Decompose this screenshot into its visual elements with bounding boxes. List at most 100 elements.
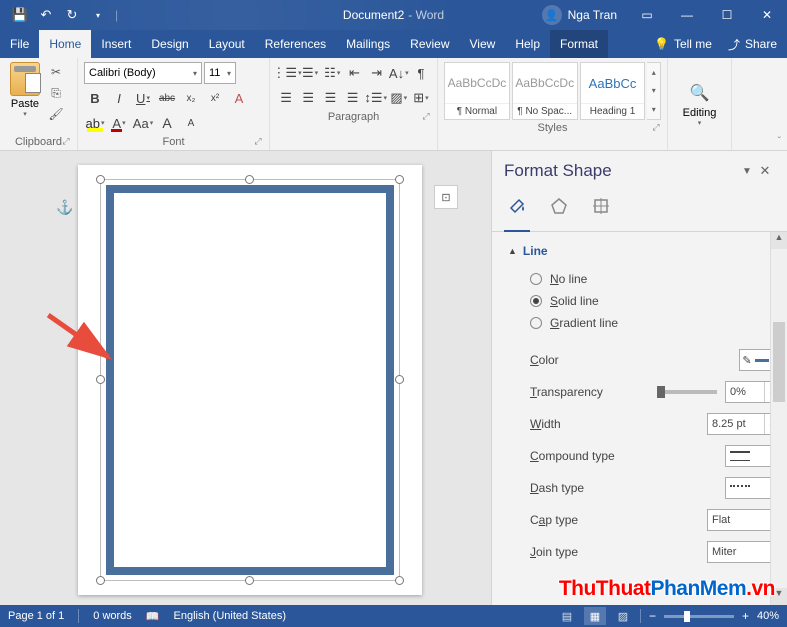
style-normal[interactable]: AaBbCcDc ¶ Normal [444,62,510,120]
tell-me-search[interactable]: 💡 Tell me [654,37,712,51]
menu-help[interactable]: Help [505,30,550,58]
bold-button[interactable]: B [84,87,106,109]
zoom-slider[interactable] [664,615,734,618]
word-count[interactable]: 0 words [93,610,132,622]
style-heading1[interactable]: AaBbCc Heading 1 [580,62,646,120]
solid-line-radio[interactable]: Solid line [508,290,779,312]
increase-indent-button[interactable]: ⇥ [367,62,387,84]
menu-format[interactable]: Format [550,30,608,58]
print-layout-button[interactable]: ▦ [584,607,606,625]
language-indicator[interactable]: English (United States) [174,610,287,622]
menu-layout[interactable]: Layout [199,30,255,58]
editing-button[interactable]: 🔍 Editing ▾ [674,62,725,148]
superscript-button[interactable]: x² [204,87,226,109]
handle-bottom-mid[interactable] [245,576,254,585]
zoom-level[interactable]: 40% [757,610,779,622]
fill-line-tab[interactable] [504,193,530,219]
pane-scrollbar[interactable]: ▲ ▼ [770,232,787,605]
layout-options-button[interactable]: ⊡ [434,185,458,209]
gradient-line-radio[interactable]: Gradient line [508,312,779,334]
paste-button[interactable]: Paste ▾ [6,62,44,118]
style-no-spacing[interactable]: AaBbCcDc ¶ No Spac... [512,62,578,120]
align-center-button[interactable]: ☰ [298,87,318,109]
handle-bottom-right[interactable] [395,576,404,585]
spell-check-icon[interactable]: 📖 [146,610,160,623]
undo-icon[interactable]: ↶ [34,3,58,27]
cap-type-dropdown[interactable]: Flat [707,509,779,531]
subscript-button[interactable]: x₂ [180,87,202,109]
up-arrow-icon[interactable]: ▴ [647,68,660,77]
font-color-button[interactable]: A [108,112,130,134]
menu-review[interactable]: Review [400,30,459,58]
line-spacing-button[interactable]: ↕☰ [365,87,387,109]
menu-insert[interactable]: Insert [91,30,141,58]
menu-references[interactable]: References [255,30,336,58]
change-case-button[interactable]: Aa [132,112,154,134]
scroll-thumb[interactable] [773,322,785,402]
expand-icon[interactable]: ▾ [647,105,660,114]
page-indicator[interactable]: Page 1 of 1 [8,610,64,622]
close-button[interactable]: ✕ [747,0,787,30]
maximize-button[interactable]: ☐ [707,0,747,30]
handle-mid-right[interactable] [395,375,404,384]
justify-button[interactable]: ☰ [343,87,363,109]
format-painter-button[interactable]: 🖌 [46,104,66,124]
qat-customize-icon[interactable]: ▾ [86,3,110,27]
rectangle-shape[interactable] [106,185,394,575]
sort-button[interactable]: A↓ [389,62,409,84]
down-arrow-icon[interactable]: ▾ [647,86,660,95]
decrease-indent-button[interactable]: ⇤ [344,62,364,84]
highlight-button[interactable]: ab [84,112,106,134]
underline-button[interactable]: U [132,87,154,109]
strikethrough-button[interactable]: abc [156,87,178,109]
handle-top-right[interactable] [395,175,404,184]
handle-bottom-left[interactable] [96,576,105,585]
shrink-font-button[interactable]: A [180,112,202,134]
transparency-slider[interactable] [657,390,717,394]
show-marks-button[interactable]: ¶ [411,62,431,84]
grow-font-button[interactable]: A [156,112,178,134]
save-icon[interactable]: 💾 [8,3,32,27]
copy-button[interactable]: ⎘ [46,83,66,103]
ribbon-display-button[interactable]: ▭ [627,0,667,30]
zoom-out-button[interactable]: − [647,609,658,623]
clear-formatting-button[interactable]: A [228,87,250,109]
multilevel-button[interactable]: ☷ [322,62,342,84]
borders-button[interactable]: ⊞ [411,87,431,109]
join-type-dropdown[interactable]: Miter [707,541,779,563]
collapse-ribbon-button[interactable]: ˇ [778,136,781,147]
handle-top-left[interactable] [96,175,105,184]
styles-gallery-more[interactable]: ▴ ▾ ▾ [647,62,661,120]
menu-home[interactable]: Home [39,30,91,58]
read-mode-button[interactable]: ▤ [556,607,578,625]
share-button[interactable]: ⤴ Share [728,36,777,53]
menu-mailings[interactable]: Mailings [336,30,400,58]
no-line-radio[interactable]: No line [508,268,779,290]
document-canvas[interactable]: ⚓ ⊡ [0,151,491,605]
menu-view[interactable]: View [460,30,506,58]
scroll-up-icon[interactable]: ▲ [771,232,787,249]
handle-top-mid[interactable] [245,175,254,184]
width-input[interactable]: 8.25 pt ▲▼ [707,413,779,435]
web-layout-button[interactable]: ▨ [612,607,634,625]
layout-tab[interactable] [588,193,614,219]
bullets-button[interactable]: ⋮☰ [276,62,298,84]
minimize-button[interactable]: — [667,0,707,30]
pane-close-button[interactable]: ✕ [755,163,775,179]
shading-button[interactable]: ▨ [389,87,409,109]
italic-button[interactable]: I [108,87,130,109]
redo-icon[interactable]: ↻ [60,3,84,27]
menu-file[interactable]: File [0,30,39,58]
zoom-in-button[interactable]: + [740,609,751,623]
menu-design[interactable]: Design [141,30,198,58]
numbering-button[interactable]: ☰ [300,62,320,84]
align-left-button[interactable]: ☰ [276,87,296,109]
align-right-button[interactable]: ☰ [320,87,340,109]
line-section-header[interactable]: ▲ Line [508,244,779,258]
font-size-combo[interactable]: 11 [204,62,236,84]
handle-mid-left[interactable] [96,375,105,384]
cut-button[interactable]: ✂ [46,62,66,82]
user-account[interactable]: 👤 Nga Tran [532,5,627,25]
font-name-combo[interactable]: Calibri (Body) [84,62,202,84]
pane-options-button[interactable]: ▼ [739,166,755,177]
